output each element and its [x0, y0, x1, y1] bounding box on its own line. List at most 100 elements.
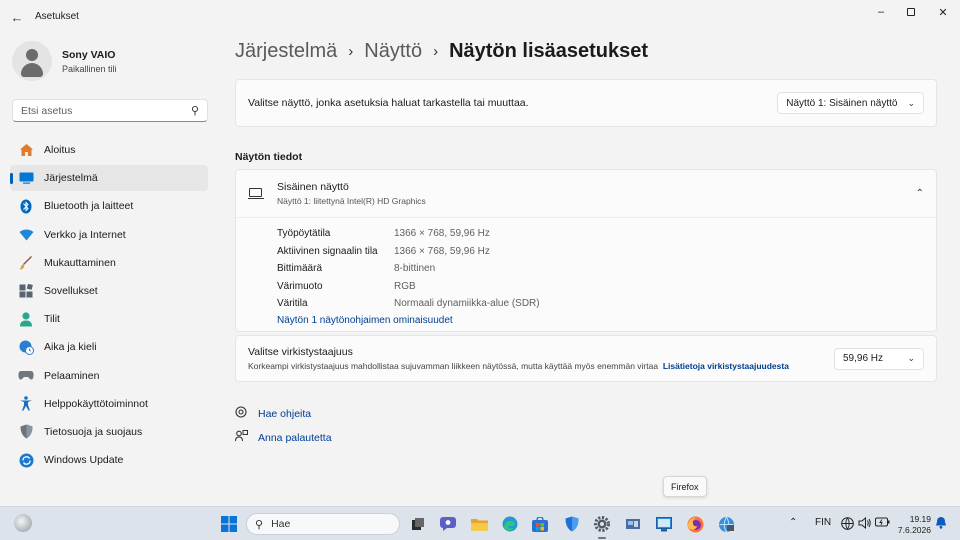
sidebar-item-label: Sovellukset [44, 284, 98, 297]
network-icon[interactable] [841, 517, 854, 533]
language-indicator[interactable]: FIN [815, 517, 831, 528]
bell-icon[interactable] [935, 516, 947, 532]
arrow-left-icon: ← [10, 9, 24, 25]
sidebar-item-label: Mukauttaminen [44, 256, 116, 269]
minimize-button[interactable]: – [866, 0, 896, 24]
chat-icon[interactable] [438, 514, 458, 534]
info-value: RGB [394, 280, 416, 292]
info-row: Bittimäärä 8-bittinen [277, 260, 936, 278]
feedback-link[interactable]: Anna palautetta [258, 432, 332, 444]
monitor-icon [248, 187, 264, 200]
start-icon[interactable] [219, 514, 239, 534]
defender-icon[interactable] [562, 514, 582, 534]
info-key: Väritila [277, 298, 308, 310]
sidebar-item-jarjestelma[interactable]: Järjestelmä [10, 165, 208, 192]
edge-icon[interactable] [500, 514, 520, 534]
accessibility-icon [18, 396, 34, 412]
back-button[interactable]: ← [8, 8, 26, 26]
select-display-card: Valitse näyttö, jonka asetuksia haluat t… [235, 79, 937, 127]
display-select-dropdown[interactable]: Näyttö 1: Sisäinen näyttö ⌄ [777, 92, 924, 114]
feedback-row[interactable]: Anna palautetta [234, 430, 332, 445]
weather-icon[interactable] [14, 514, 32, 532]
close-icon: ✕ [938, 6, 948, 19]
help-icon [235, 406, 249, 421]
settings-icon[interactable] [592, 514, 612, 534]
refresh-rate-card: Valitse virkistystaajuus Korkeampi virki… [235, 335, 937, 382]
user-profile[interactable]: Sony VAIO Paikallinen tili [12, 41, 117, 81]
maximize-button[interactable] [896, 0, 926, 24]
breadcrumb-item-jarjestelma[interactable]: Järjestelmä [235, 40, 337, 63]
sidebar-item-verkko[interactable]: Verkko ja Internet [10, 222, 208, 248]
task-view-icon[interactable] [408, 514, 428, 534]
sidebar-nav: Aloitus Järjestelmä Bluetooth ja laittee… [10, 137, 208, 475]
sidebar-item-label: Pelaaminen [44, 369, 100, 382]
taskbar-search-input[interactable]: ⚲ Hae [246, 513, 400, 535]
sidebar-item-sovellukset[interactable]: Sovellukset [10, 278, 208, 304]
firefox-icon[interactable] [685, 514, 705, 534]
search-icon: ⚲ [190, 105, 199, 117]
shield-icon [18, 424, 34, 440]
wifi-icon [18, 227, 34, 243]
info-value: Normaali dynamiikka-alue (SDR) [394, 298, 540, 310]
info-key: Bittimäärä [277, 263, 323, 275]
sidebar-item-aika-ja-kieli[interactable]: Aika ja kieli [10, 334, 208, 360]
display-info-header[interactable]: Sisäinen näyttö Näyttö 1: liitettynä Int… [236, 170, 936, 218]
clock-date: 7.6.2026 [897, 525, 931, 535]
sidebar-item-mukauttaminen[interactable]: Mukauttaminen [10, 250, 208, 276]
volume-icon[interactable] [858, 516, 872, 532]
sidebar-item-aloitus[interactable]: Aloitus [10, 137, 208, 163]
file-explorer-icon[interactable] [469, 514, 489, 534]
info-value: 1366 × 768, 59,96 Hz [394, 228, 490, 240]
info-row: Värimuoto RGB [277, 278, 936, 296]
breadcrumb-item-naytto[interactable]: Näyttö [364, 40, 422, 63]
display-connection: Näyttö 1: liitettynä Intel(R) HD Graphic… [277, 196, 426, 206]
get-help-row[interactable]: Hae ohjeita [235, 406, 311, 421]
refresh-rate-title: Valitse virkistystaajuus [248, 346, 353, 358]
sidebar-item-windows-update[interactable]: Windows Update [10, 447, 208, 473]
sidebar-item-tilit[interactable]: Tilit [10, 306, 208, 332]
chevron-down-icon: ⌄ [907, 97, 915, 108]
remote-desktop-icon[interactable] [654, 514, 674, 534]
section-title: Näytön tiedot [235, 151, 303, 163]
sidebar-item-label: Tietosuoja ja suojaus [44, 425, 143, 438]
feedback-icon [234, 430, 249, 445]
store-icon[interactable] [530, 514, 550, 534]
sidebar-item-tietosuoja[interactable]: Tietosuoja ja suojaus [10, 419, 208, 445]
system-icon [18, 170, 34, 186]
update-icon [18, 452, 34, 468]
info-key: Aktiivinen signaalin tila [277, 245, 378, 257]
sidebar-item-helppokayttotoiminnot[interactable]: Helppokäyttötoiminnot [10, 391, 208, 417]
chevron-up-icon[interactable]: ⌃ [916, 188, 924, 199]
network-globe-icon[interactable] [716, 514, 736, 534]
adapter-properties-link[interactable]: Näytön 1 näytönohjaimen ominaisuudet [277, 315, 453, 326]
info-value: 1366 × 768, 59,96 Hz [394, 245, 490, 257]
info-row: Työpöytätila 1366 × 768, 59,96 Hz [277, 225, 936, 243]
display-info-card: Sisäinen näyttö Näyttö 1: liitettynä Int… [235, 169, 937, 332]
chevron-up-icon[interactable]: ⌃ [789, 517, 797, 528]
close-button[interactable]: ✕ [928, 0, 958, 24]
sidebar-item-pelaaminen[interactable]: Pelaaminen [10, 363, 208, 389]
firefox-tooltip: Firefox [663, 476, 707, 497]
battery-icon[interactable] [875, 517, 890, 530]
control-panel-icon[interactable] [623, 514, 643, 534]
refresh-rate-value: 59,96 Hz [843, 353, 884, 364]
info-key: Työpöytätila [277, 228, 331, 240]
search-input[interactable]: Etsi asetus ⚲ [12, 99, 208, 122]
minimize-icon: – [877, 6, 885, 18]
refresh-rate-dropdown[interactable]: 59,96 Hz ⌄ [834, 347, 924, 370]
profile-name: Sony VAIO [62, 48, 116, 61]
get-help-link[interactable]: Hae ohjeita [258, 408, 311, 420]
brush-icon [18, 255, 34, 271]
home-icon [18, 142, 34, 158]
title-bar: ← Asetukset – ✕ [0, 0, 960, 34]
gamepad-icon [18, 368, 34, 384]
sidebar-item-bluetooth[interactable]: Bluetooth ja laitteet [10, 193, 208, 219]
running-indicator [598, 537, 606, 539]
avatar [12, 41, 52, 81]
sidebar-item-label: Järjestelmä [44, 172, 98, 185]
refresh-rate-info-link[interactable]: Lisätietoja virkistystaajuudesta [663, 361, 789, 371]
display-info-table: Työpöytätila 1366 × 768, 59,96 Hz Aktiiv… [236, 218, 936, 313]
clock[interactable]: 19.19 7.6.2026 [897, 514, 931, 536]
taskbar: ⚲ Hae ⌃ FIN 19.19 7.6.2026 [0, 506, 960, 540]
sidebar-item-label: Aika ja kieli [44, 341, 97, 354]
